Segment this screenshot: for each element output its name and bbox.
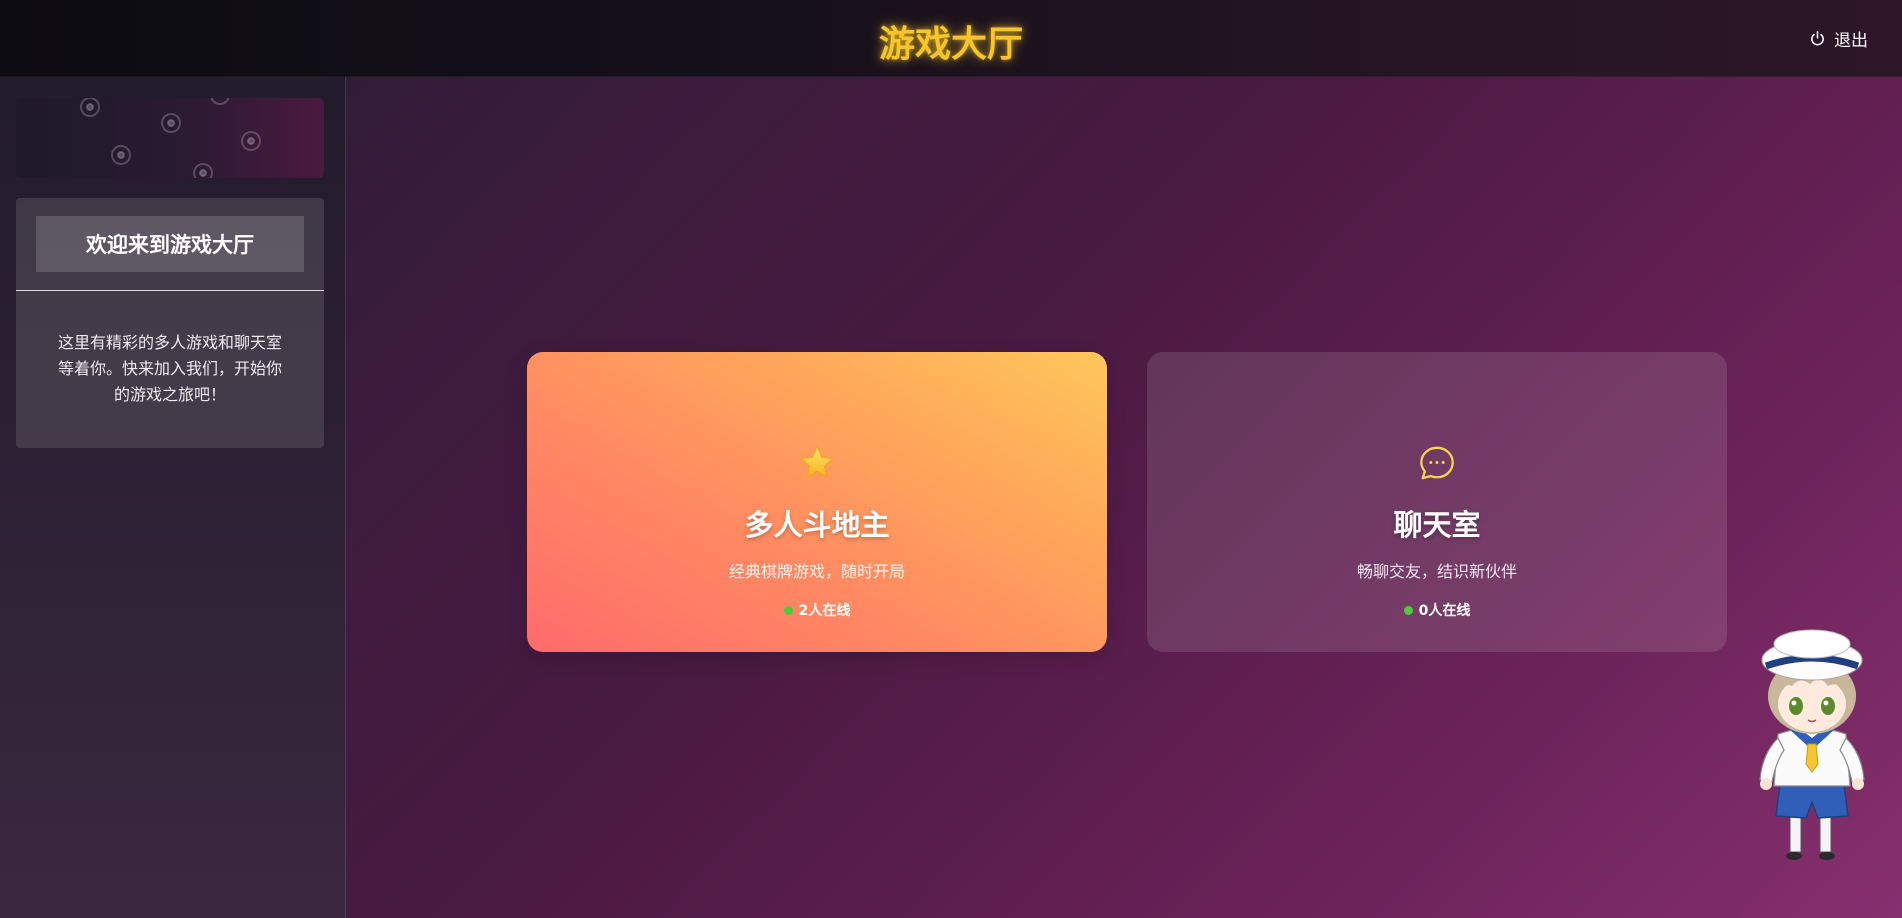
divider xyxy=(16,290,324,291)
top-bar: 游戏大厅 退出 xyxy=(0,0,1902,77)
page-title: 游戏大厅 xyxy=(878,23,1023,65)
chat-bubble-icon xyxy=(1420,446,1454,480)
online-count-label: 0人在线 xyxy=(1418,603,1471,619)
online-count-label: 2人在线 xyxy=(798,603,851,619)
game-card-chatroom[interactable]: 聊天室 畅聊交友，结识新伙伴 0人在线 xyxy=(1147,352,1727,652)
card-subtitle: 畅聊交友，结识新伙伴 xyxy=(1356,562,1517,581)
sailor-mascot-icon[interactable] xyxy=(1744,624,1884,868)
card-title: 聊天室 xyxy=(1393,508,1481,542)
logout-label: 退出 xyxy=(1834,30,1868,51)
sidebar: 欢迎来到游戏大厅 这里有精彩的多人游戏和聊天室等着你。快来加入我们，开始你的游戏… xyxy=(0,77,346,918)
sidebar-banner xyxy=(16,98,324,178)
welcome-card: 欢迎来到游戏大厅 这里有精彩的多人游戏和聊天室等着你。快来加入我们，开始你的游戏… xyxy=(16,198,324,448)
card-title: 多人斗地主 xyxy=(744,508,890,542)
game-card-doudizhu[interactable]: 多人斗地主 经典棋牌游戏，随时开局 2人在线 xyxy=(527,352,1107,652)
online-status-dot xyxy=(1403,605,1413,615)
welcome-title: 欢迎来到游戏大厅 xyxy=(36,216,304,272)
online-status-dot xyxy=(783,605,793,615)
banner-circle-pattern xyxy=(80,98,261,178)
power-icon xyxy=(1811,30,1824,45)
card-subtitle: 经典棋牌游戏，随时开局 xyxy=(728,562,905,581)
online-count: 0人在线 xyxy=(1403,600,1471,620)
online-count: 2人在线 xyxy=(783,600,851,620)
logout-button[interactable]: 退出 xyxy=(1809,26,1868,51)
welcome-text: 这里有精彩的多人游戏和聊天室等着你。快来加入我们，开始你的游戏之旅吧！ xyxy=(57,333,282,404)
star-icon xyxy=(799,445,835,479)
